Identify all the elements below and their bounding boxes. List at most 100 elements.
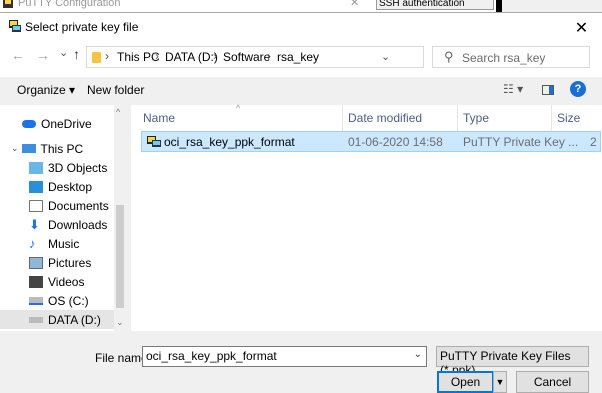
up-arrow-icon: ↑ <box>73 46 80 62</box>
breadcrumb-separator: › <box>213 49 217 63</box>
chevron-down-icon: ⌄ <box>59 47 69 59</box>
file-date: 01-06-2020 14:58 <box>348 135 443 149</box>
tree-item-label: OS (C:) <box>48 293 89 308</box>
search-icon: ⚲ <box>444 49 454 64</box>
scroll-up-icon[interactable]: ^ <box>116 107 120 117</box>
command-toolbar: Organize ▾ New folder ☷ ▾ ? <box>0 77 602 105</box>
column-header-size[interactable]: Size <box>557 111 580 125</box>
navigation-bar: ← → ⌄ ↑ › This PC › DATA (D:) › Software… <box>0 43 602 77</box>
music-icon: ♪ <box>29 235 36 251</box>
putty-icon <box>3 0 13 8</box>
tree-item-label: OneDrive <box>41 116 92 131</box>
address-dropdown-icon[interactable]: ⌄ <box>381 50 390 63</box>
navigation-pane: OneDrive ⌄ This PC 3D Objects Desktop Do… <box>0 105 126 331</box>
column-divider[interactable] <box>342 105 343 131</box>
tree-item-pictures[interactable]: Pictures <box>0 253 126 272</box>
tree-item-label: DATA (D:) <box>48 312 101 327</box>
tree-item-label: Music <box>48 236 80 251</box>
column-header-name[interactable]: Name <box>143 111 175 125</box>
file-name: oci_rsa_key_ppk_format <box>164 135 295 149</box>
breadcrumb-separator: › <box>155 49 159 63</box>
back-button[interactable]: ← <box>11 47 25 63</box>
recent-locations-button[interactable]: ⌄ <box>59 46 68 59</box>
tree-item-documents[interactable]: Documents <box>0 196 126 215</box>
background-close-icon: ✕ <box>350 0 360 9</box>
breadcrumb-separator: › <box>267 49 271 63</box>
file-size: 2 <box>590 135 597 149</box>
sort-ascending-icon: ^ <box>236 103 241 113</box>
cube-icon <box>29 161 43 174</box>
desktop-icon <box>29 180 43 193</box>
column-divider[interactable] <box>457 105 458 131</box>
footer-panel: File name: oci_rsa_key_ppk_format ⌄ PuTT… <box>0 331 602 393</box>
address-bar[interactable]: › This PC › DATA (D:) › Software › rsa_k… <box>86 46 504 68</box>
file-type-select[interactable]: PuTTY Private Key Files (*.ppk) <box>436 346 589 377</box>
breadcrumb-software[interactable]: Software <box>223 50 270 64</box>
tree-item-label: This PC <box>40 141 84 156</box>
download-icon: ⬇ <box>29 216 40 232</box>
chevron-down-icon: ⌄ <box>11 143 19 153</box>
up-button[interactable]: ↑ <box>73 46 80 62</box>
breadcrumb-rsa-key[interactable]: rsa_key <box>277 50 319 64</box>
tree-item-label: Downloads <box>48 217 108 232</box>
tree-item-label: 3D Objects <box>48 160 108 175</box>
file-row[interactable]: oci_rsa_key_ppk_format 01-06-2020 14:58 … <box>141 131 601 152</box>
tree-item-label: Desktop <box>48 179 93 194</box>
tree-item-label: Videos <box>48 274 85 289</box>
column-header-type[interactable]: Type <box>463 111 489 125</box>
preview-pane-button[interactable] <box>542 85 554 95</box>
cloud-icon <box>22 119 36 128</box>
close-button[interactable]: ✕ <box>561 13 602 43</box>
file-list: ^ Name Date modified Type Size oci_rsa_k… <box>131 103 602 331</box>
dropdown-arrow-icon: ▼ <box>495 377 505 387</box>
file-dialog: Select private key file ✕ ← → ⌄ ↑ › This… <box>0 12 602 393</box>
background-window-title: PuTTY Configuration <box>18 0 121 9</box>
help-button[interactable]: ? <box>570 81 586 97</box>
scroll-down-icon[interactable]: ⌄ <box>116 317 124 328</box>
putty-icon <box>8 19 22 33</box>
video-icon <box>29 275 43 288</box>
search-placeholder: Search rsa_key <box>462 51 546 65</box>
computer-icon <box>21 144 36 153</box>
close-icon: ✕ <box>574 20 589 37</box>
folder-icon <box>92 52 101 63</box>
help-icon: ? <box>574 83 582 95</box>
preview-pane-icon <box>549 86 553 94</box>
new-folder-button[interactable]: New folder <box>87 83 144 97</box>
file-name-input[interactable]: oci_rsa_key_ppk_format ⌄ <box>142 346 427 367</box>
tree-item-this-pc[interactable]: ⌄ This PC <box>0 139 125 158</box>
ppk-file-icon <box>147 136 161 147</box>
back-arrow-icon: ← <box>11 47 25 63</box>
search-box[interactable]: ⚲ Search rsa_key <box>432 46 590 68</box>
column-divider[interactable] <box>551 105 552 131</box>
breadcrumb-data-d[interactable]: DATA (D:) <box>165 50 218 64</box>
file-name-value: oci_rsa_key_ppk_format <box>146 349 277 363</box>
drive-icon <box>29 296 43 305</box>
drive-icon <box>29 316 43 323</box>
ssh-authentication-label: SSH authentication <box>376 0 494 10</box>
tree-item-videos[interactable]: Videos <box>0 272 126 291</box>
tree-item-3d-objects[interactable]: 3D Objects <box>0 158 126 177</box>
document-icon <box>29 199 43 212</box>
file-type: PuTTY Private Key ... <box>463 135 579 149</box>
column-header-date[interactable]: Date modified <box>348 111 422 125</box>
forward-arrow-icon: → <box>36 47 50 63</box>
tree-item-downloads[interactable]: ⬇ Downloads <box>0 215 126 234</box>
tree-item-data-d[interactable]: DATA (D:) <box>0 310 126 329</box>
tree-item-os-c[interactable]: OS (C:) <box>0 291 126 310</box>
forward-button[interactable]: → <box>36 47 50 63</box>
scrollbar-thumb[interactable] <box>116 205 124 308</box>
tree-item-desktop[interactable]: Desktop <box>0 177 126 196</box>
title-bar: Select private key file ✕ <box>0 13 602 43</box>
tree-item-music[interactable]: ♪ Music <box>0 234 126 253</box>
breadcrumb-separator: › <box>105 49 109 63</box>
tree-item-label: Pictures <box>48 255 92 270</box>
view-options-button[interactable]: ☷ ▾ <box>503 82 523 96</box>
chevron-down-icon[interactable]: ⌄ <box>414 349 422 360</box>
organize-button[interactable]: Organize ▾ <box>17 83 75 97</box>
dialog-title: Select private key file <box>25 20 139 34</box>
tree-item-onedrive[interactable]: OneDrive <box>0 114 126 133</box>
breadcrumb-this-pc[interactable]: This PC <box>117 50 160 64</box>
tree-item-label: Documents <box>48 198 109 213</box>
picture-icon <box>29 256 43 269</box>
